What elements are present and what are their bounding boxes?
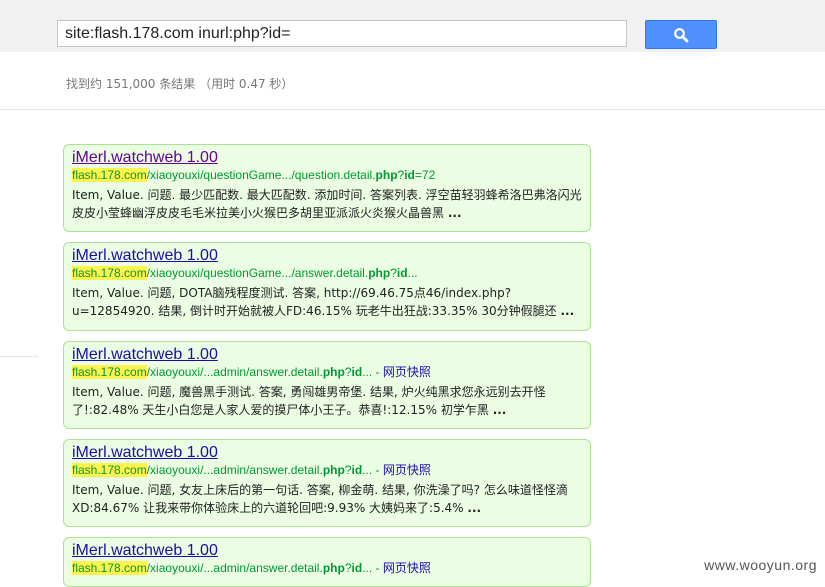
- result-snippet: Item, Value. 问题, DOTA脑残程度测试. 答案, http://…: [72, 286, 575, 318]
- search-result: iMerl.watchweb 1.00 flash.178.com/xiaoyo…: [63, 242, 591, 331]
- result-url: flash.178.com/xiaoyouxi/...admin/answer.…: [72, 365, 431, 379]
- header-divider: [0, 109, 825, 110]
- search-result: iMerl.watchweb 1.00 flash.178.com/xiaoyo…: [63, 439, 591, 527]
- result-title-link[interactable]: iMerl.watchweb 1.00: [72, 149, 590, 167]
- result-title-link[interactable]: iMerl.watchweb 1.00: [72, 542, 590, 560]
- search-button[interactable]: [645, 20, 717, 49]
- result-snippet: Item, Value. 问题. 最少匹配数. 最大匹配数. 添加时间. 答案列…: [72, 188, 582, 220]
- result-snippet: Item, Value. 问题, 女友上床后的第一句话. 答案, 柳金萌. 结果…: [72, 483, 568, 515]
- search-result: iMerl.watchweb 1.00 flash.178.com/xiaoyo…: [63, 144, 591, 232]
- result-url: flash.178.com/xiaoyouxi/...admin/answer.…: [72, 463, 431, 477]
- result-title-link[interactable]: iMerl.watchweb 1.00: [72, 444, 590, 462]
- result-snippet: Item, Value. 问题, 魔兽黑手测试. 答案, 勇闯雄男帝堡. 结果,…: [72, 385, 546, 417]
- result-url: flash.178.com/xiaoyouxi/...admin/answer.…: [72, 561, 431, 575]
- search-icon: [674, 28, 689, 43]
- search-result: iMerl.watchweb 1.00 flash.178.com/xiaoyo…: [63, 341, 591, 429]
- search-input[interactable]: site:flash.178.com inurl:php?id=: [57, 20, 627, 47]
- cache-link[interactable]: 网页快照: [383, 463, 431, 477]
- result-url: flash.178.com/xiaoyouxi/questionGame.../…: [72, 168, 436, 182]
- result-stats: 找到约 151,000 条结果 （用时 0.47 秒）: [66, 77, 294, 91]
- cache-link[interactable]: 网页快照: [383, 561, 431, 575]
- side-divider: [0, 356, 38, 357]
- result-title-link[interactable]: iMerl.watchweb 1.00: [72, 346, 590, 364]
- result-url: flash.178.com/xiaoyouxi/questionGame.../…: [72, 266, 418, 280]
- result-title-link[interactable]: iMerl.watchweb 1.00: [72, 247, 590, 265]
- search-result: iMerl.watchweb 1.00 flash.178.com/xiaoyo…: [63, 537, 591, 587]
- cache-link[interactable]: 网页快照: [383, 365, 431, 379]
- watermark: www.wooyun.org: [704, 557, 817, 573]
